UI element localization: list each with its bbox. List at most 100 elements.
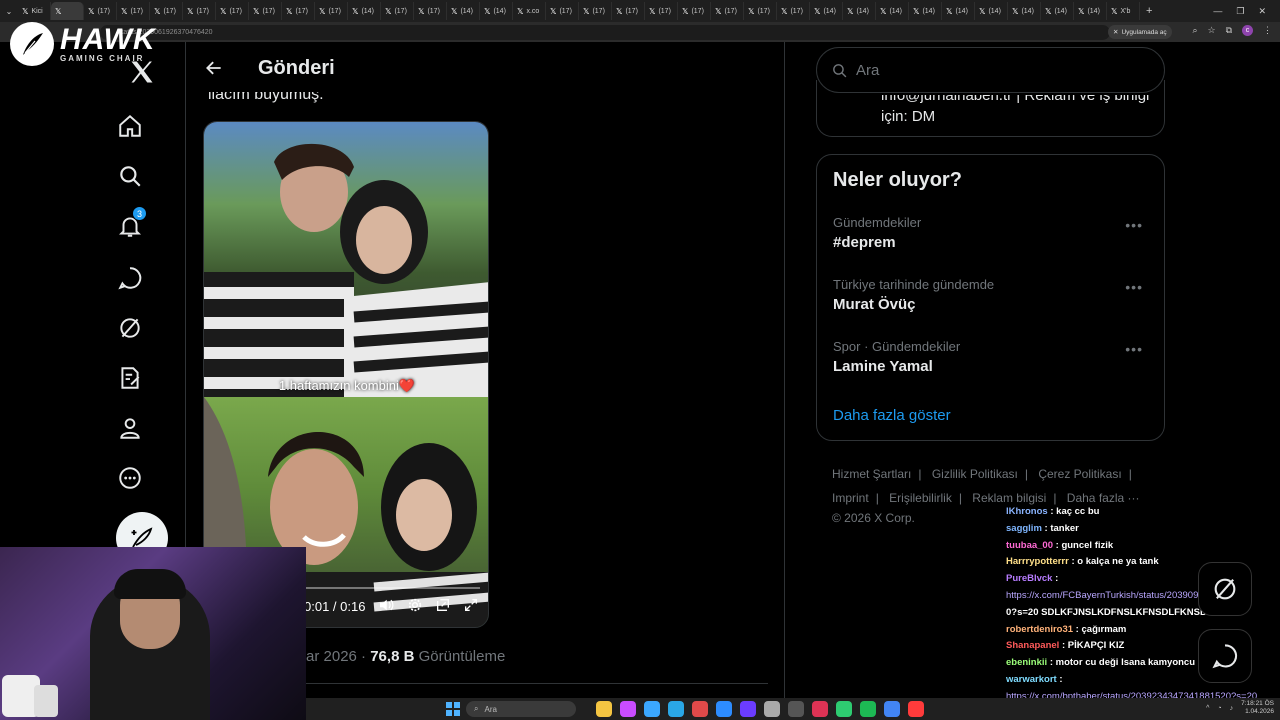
browser-tab[interactable]: 𝕏 (17)	[612, 2, 645, 20]
browser-tab[interactable]: 𝕏 (17)	[711, 2, 744, 20]
browser-tab[interactable]: 𝕏 (17)	[117, 2, 150, 20]
wifi-icon[interactable]: ◔	[1217, 705, 1221, 712]
browser-tab[interactable]: 𝕏 (17)	[216, 2, 249, 20]
taskbar-app-icon[interactable]	[908, 701, 924, 717]
browser-tab[interactable]: 𝕏 (17)	[381, 2, 414, 20]
close-window-button[interactable]: ✕	[1258, 6, 1266, 17]
browser-tab[interactable]: 𝕏 (14)	[1008, 2, 1041, 20]
messages-floating-icon[interactable]	[1198, 629, 1252, 683]
taskbar-app-icon[interactable]	[668, 701, 684, 717]
trend-item[interactable]: Türkiye tarihinde gündemde Murat Övüç ••…	[833, 277, 1153, 313]
browser-tab[interactable]: 𝕏 (14)	[447, 2, 480, 20]
browser-tab[interactable]: 𝕏 (17)	[546, 2, 579, 20]
show-more-link[interactable]: Daha fazla göster	[833, 407, 951, 424]
profile-avatar[interactable]: c	[1242, 25, 1253, 36]
lists-compose-icon[interactable]	[116, 364, 144, 392]
more-dots-icon[interactable]: •••	[1125, 217, 1143, 233]
speaker-icon[interactable]: ♪	[1230, 705, 1234, 712]
restore-button[interactable]: ❐	[1236, 6, 1244, 17]
settings-gear-icon[interactable]	[407, 597, 423, 616]
footer-link[interactable]: Çerez Politikası	[1038, 467, 1121, 481]
browser-tab[interactable]: 𝕏 (14)	[975, 2, 1008, 20]
minimize-button[interactable]: —	[1213, 6, 1222, 16]
taskbar-app-icon[interactable]	[788, 701, 804, 717]
browser-tab[interactable]: 𝕏 X'b	[1107, 2, 1140, 20]
start-windows-icon[interactable]	[446, 702, 460, 716]
browser-tab[interactable]: 𝕏 (14)	[843, 2, 876, 20]
home-icon[interactable]	[116, 112, 144, 140]
taskbar-app-icon[interactable]	[644, 701, 660, 717]
browser-tab[interactable]: 𝕏 (17)	[777, 2, 810, 20]
footer-link[interactable]: Hizmet Şartları	[832, 467, 911, 481]
browser-menu-icon[interactable]: ⋮	[1263, 25, 1272, 36]
browser-tab-label: (17)	[559, 7, 572, 15]
more-options-icon[interactable]	[116, 464, 144, 492]
explore-search-icon[interactable]	[116, 162, 144, 190]
profile-person-icon[interactable]	[116, 414, 144, 442]
taskbar-app-icon[interactable]	[692, 701, 708, 717]
grok-icon[interactable]	[116, 314, 144, 342]
footer-link[interactable]: Gizlilik Politikası	[932, 467, 1018, 481]
taskbar-app-icon[interactable]	[860, 701, 876, 717]
footer-link[interactable]: Reklam bilgisi	[972, 491, 1046, 505]
browser-tab[interactable]: 𝕏 (17)	[744, 2, 777, 20]
taskbar-app-icon[interactable]	[836, 701, 852, 717]
taskbar-app-icon[interactable]	[812, 701, 828, 717]
messages-bubble-icon[interactable]	[116, 264, 144, 292]
tray-chevron-icon[interactable]: ^	[1206, 705, 1209, 712]
browser-tab[interactable]: 𝕏 (14)	[909, 2, 942, 20]
browser-tab[interactable]: 𝕏 (14)	[348, 2, 381, 20]
taskbar-app-icon[interactable]	[716, 701, 732, 717]
browser-tab[interactable]: 𝕏	[51, 2, 84, 20]
url-field[interactable]: /status/2039061926370476420	[100, 24, 1110, 40]
browser-tab[interactable]: 𝕏 (17)	[678, 2, 711, 20]
browser-tab[interactable]: 𝕏 (17)	[249, 2, 282, 20]
taskbar-app-icon[interactable]	[620, 701, 636, 717]
notifications-bell-icon[interactable]: 3	[116, 206, 147, 240]
volume-icon[interactable]	[377, 596, 395, 617]
taskbar-app-icon[interactable]	[884, 701, 900, 717]
footer-link[interactable]: Erişilebilirlik	[889, 491, 952, 505]
browser-tab[interactable]: 𝕏x.co	[513, 2, 546, 20]
browser-tab[interactable]: 𝕏 (14)	[1041, 2, 1074, 20]
browser-tab[interactable]: 𝕏 Kici	[18, 2, 51, 20]
fullscreen-icon[interactable]	[463, 597, 479, 616]
trends-panel: Neler oluyor? Gündemdekiler #deprem ••• …	[816, 154, 1165, 441]
browser-tab[interactable]: 𝕏 (17)	[315, 2, 348, 20]
x-favicon-icon: 𝕏	[418, 6, 425, 16]
more-dots-icon[interactable]: •••	[1125, 341, 1143, 357]
browser-tab[interactable]: 𝕏 (14)	[480, 2, 513, 20]
browser-tab[interactable]: 𝕏 (14)	[810, 2, 843, 20]
search-input[interactable]	[856, 61, 1146, 79]
browser-tab[interactable]: 𝕏 (17)	[150, 2, 183, 20]
browser-tab[interactable]: 𝕏 (14)	[1074, 2, 1107, 20]
tab-menu-button[interactable]: ⌄	[0, 2, 18, 20]
browser-tab[interactable]: 𝕏 (14)	[876, 2, 909, 20]
taskbar-app-icon[interactable]	[596, 701, 612, 717]
zoom-icon[interactable]: ⌕	[1192, 25, 1197, 36]
new-tab-button[interactable]: +	[1140, 5, 1158, 17]
browser-tab[interactable]: 𝕏 (14)	[942, 2, 975, 20]
browser-tab[interactable]: 𝕏 (17)	[282, 2, 315, 20]
search-box[interactable]	[816, 47, 1165, 93]
trend-item[interactable]: Spor · Gündemdekiler Lamine Yamal •••	[833, 339, 1153, 375]
grok-floating-icon[interactable]	[1198, 562, 1252, 616]
bookmark-star-icon[interactable]: ☆	[1207, 25, 1215, 36]
taskbar-clock[interactable]: 7:18:21 ÖS 1.04.2026	[1241, 700, 1274, 716]
taskbar-app-icon[interactable]	[764, 701, 780, 717]
browser-tab[interactable]: 𝕏 (17)	[579, 2, 612, 20]
taskbar-app-icon[interactable]	[740, 701, 756, 717]
browser-tab[interactable]: 𝕏 (17)	[645, 2, 678, 20]
extensions-icon[interactable]: ⧉	[1226, 25, 1232, 36]
more-dots-icon[interactable]: •••	[1125, 279, 1143, 295]
footer-link[interactable]: Imprint	[832, 491, 869, 505]
open-in-app-button[interactable]: ✕ Uygulamada aç	[1108, 25, 1172, 39]
back-arrow-icon[interactable]	[204, 58, 224, 78]
trend-item[interactable]: Gündemdekiler #deprem •••	[833, 215, 1153, 251]
browser-tab[interactable]: 𝕏 (17)	[183, 2, 216, 20]
picture-in-picture-icon[interactable]	[435, 597, 451, 616]
browser-tab[interactable]: 𝕏 (17)	[414, 2, 447, 20]
browser-tab[interactable]: 𝕏 (17)	[84, 2, 117, 20]
footer-link[interactable]: Daha fazla ···	[1067, 491, 1140, 505]
taskbar-search[interactable]: ⌕ Ara	[466, 701, 576, 717]
